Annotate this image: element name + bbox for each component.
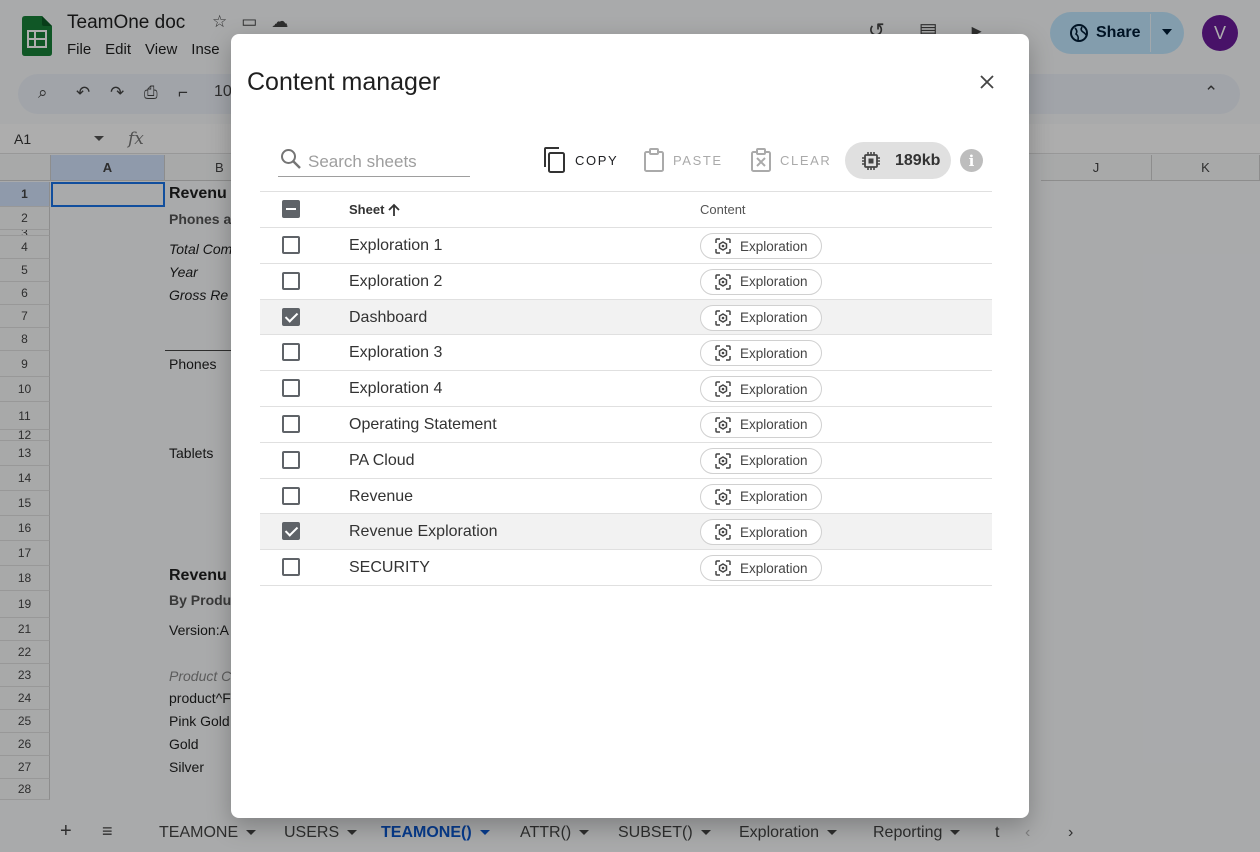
row-checkbox[interactable]	[282, 343, 300, 362]
content-chip[interactable]: Exploration	[700, 268, 822, 295]
copy-icon	[544, 147, 565, 173]
content-chip[interactable]: Exploration	[700, 483, 822, 510]
memory-chip-icon	[862, 151, 880, 170]
exploration-icon	[715, 345, 731, 362]
sheet-name: Exploration 4	[349, 380, 443, 398]
table-row[interactable]: Revenue Exploration	[260, 479, 992, 515]
table-row[interactable]: PA Cloud Exploration	[260, 443, 992, 479]
content-chip-label: Exploration	[740, 345, 808, 361]
memory-size-label: 189kb	[895, 151, 941, 169]
clear-button[interactable]: CLEAR	[750, 145, 831, 175]
content-chip-label: Exploration	[740, 417, 808, 433]
table-row[interactable]: Operating Statement Exploration	[260, 407, 992, 443]
exploration-icon	[715, 417, 731, 433]
exploration-icon	[715, 309, 731, 326]
table-row[interactable]: Exploration 2 Exploration	[260, 264, 992, 300]
row-checkbox[interactable]	[282, 271, 300, 290]
table-row[interactable]: Exploration 4 Exploration	[260, 371, 992, 407]
row-checkbox[interactable]	[282, 558, 300, 577]
close-button[interactable]	[975, 70, 999, 94]
row-checkbox[interactable]	[282, 236, 300, 254]
row-checkbox[interactable]	[282, 522, 300, 541]
dialog-title: Content manager	[247, 68, 441, 96]
content-chip[interactable]: Exploration	[700, 411, 822, 438]
content-chip[interactable]: Exploration	[700, 447, 822, 474]
content-chip[interactable]: Exploration	[700, 233, 822, 259]
search-field	[278, 146, 470, 177]
sheet-name: Exploration 2	[349, 272, 443, 290]
row-checkbox[interactable]	[282, 486, 300, 505]
select-all-checkbox[interactable]	[282, 200, 300, 218]
content-chip[interactable]: Exploration	[700, 519, 822, 546]
table-row[interactable]: Exploration 3 Exploration	[260, 335, 992, 372]
exploration-icon	[715, 274, 731, 290]
paste-button[interactable]: PASTE	[643, 145, 723, 175]
exploration-icon	[715, 381, 731, 397]
content-chip-label: Exploration	[740, 381, 808, 397]
sheet-name: Operating Statement	[349, 415, 497, 433]
table-row[interactable]: SECURITY Exploration	[260, 550, 992, 586]
search-icon	[281, 149, 301, 169]
paste-icon	[644, 148, 664, 172]
sheet-name: PA Cloud	[349, 451, 415, 469]
info-icon[interactable]: i	[960, 149, 983, 172]
exploration-icon	[715, 524, 731, 541]
search-input[interactable]	[308, 150, 468, 174]
content-chip-label: Exploration	[740, 524, 808, 540]
content-chip-label: Exploration	[740, 560, 808, 576]
copy-button[interactable]: COPY	[543, 145, 618, 175]
content-chip-label: Exploration	[740, 274, 808, 290]
close-icon	[980, 75, 994, 89]
exploration-icon	[715, 560, 731, 576]
exploration-icon	[715, 488, 731, 505]
content-chip[interactable]: Exploration	[700, 304, 822, 331]
content-chip-label: Exploration	[740, 489, 808, 505]
exploration-icon	[715, 453, 731, 469]
content-manager-dialog: Content manager COPY PASTE CLEAR	[231, 34, 1029, 818]
sheet-name: SECURITY	[349, 559, 430, 577]
sheet-name: Dashboard	[349, 308, 428, 326]
table-row[interactable]: Dashboard Exploration	[260, 299, 992, 336]
content-chip[interactable]: Exploration	[700, 376, 822, 403]
sheet-name: Revenue Exploration	[349, 523, 498, 541]
content-chip-label: Exploration	[740, 238, 808, 254]
table-row[interactable]: Revenue Exploration Exploration	[260, 514, 992, 551]
row-checkbox[interactable]	[282, 379, 300, 398]
table-row[interactable]: Exploration 1 Exploration	[260, 228, 992, 264]
row-checkbox[interactable]	[282, 450, 300, 469]
exploration-icon	[715, 238, 731, 254]
sort-ascending-icon	[388, 203, 401, 216]
table-header-row: Sheet Content	[260, 192, 992, 228]
row-checkbox[interactable]	[282, 307, 300, 326]
sheets-table: Sheet Content Exploration 1 Exploration Ex…	[260, 191, 992, 586]
memory-size-chip[interactable]: 189kb	[845, 142, 951, 179]
clear-icon	[751, 148, 771, 172]
content-chip-label: Exploration	[740, 453, 808, 469]
sheet-name: Exploration 1	[349, 237, 443, 254]
content-chip[interactable]: Exploration	[700, 340, 822, 367]
row-checkbox[interactable]	[282, 414, 300, 433]
content-chip[interactable]: Exploration	[700, 555, 822, 582]
sheet-name: Revenue	[349, 487, 414, 505]
content-column-header: Content	[700, 202, 746, 217]
sheet-column-header[interactable]: Sheet	[349, 202, 401, 217]
sheet-name: Exploration 3	[349, 344, 443, 362]
content-chip-label: Exploration	[740, 310, 808, 326]
